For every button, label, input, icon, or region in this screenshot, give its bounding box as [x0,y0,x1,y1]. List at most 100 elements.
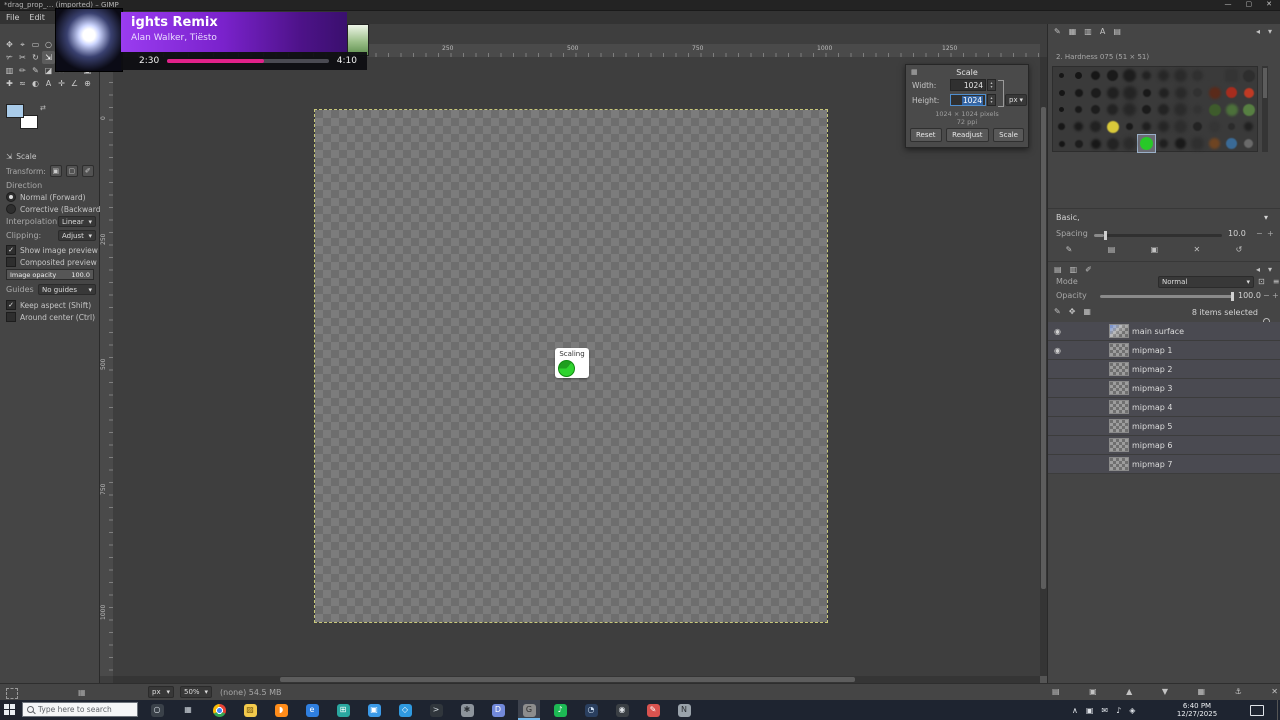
start-button[interactable] [4,704,17,717]
vscode-app-icon[interactable]: ◇ [394,700,416,720]
brush-item[interactable] [1121,135,1138,152]
brush-item[interactable] [1155,67,1172,84]
width-stepper[interactable]: ▴ ▾ [987,79,996,91]
width-input[interactable]: 1024 [950,79,986,91]
plus-icon[interactable]: + [1267,229,1274,238]
brush-item[interactable] [1138,101,1155,118]
brush-item[interactable] [1223,67,1240,84]
brush-item[interactable] [1189,67,1206,84]
brush-item[interactable] [1053,84,1070,101]
vertical-ruler[interactable]: 0 250 500 750 1000 [100,57,113,676]
brush-item[interactable] [1240,84,1257,101]
checkbox[interactable] [6,312,16,322]
minus-icon[interactable]: − [1263,291,1270,300]
brush-item[interactable] [1104,84,1121,101]
brush-item[interactable] [1155,118,1172,135]
duplicate-layer-icon[interactable]: ▦ [1198,687,1206,696]
text-tool-icon[interactable]: A [42,77,55,90]
firefox-app-icon[interactable]: ◗ [270,700,292,720]
duplicate-brush-icon[interactable]: ▣ [1151,245,1159,254]
brush-scrollbar[interactable] [1262,66,1268,152]
gradients-tab-icon[interactable]: ▥ [1084,27,1092,36]
radio-button[interactable] [6,192,16,202]
brush-item[interactable] [1240,67,1257,84]
fonts-tab-icon[interactable]: A [1100,27,1105,36]
brush-item[interactable] [1223,118,1240,135]
layer-row[interactable]: mipmap 7 [1048,455,1280,474]
brush-item[interactable] [1138,84,1155,101]
guides-dropdown[interactable]: No guides ▾ [38,284,96,295]
close-button[interactable]: ✕ [1266,0,1272,8]
brush-item[interactable] [1121,101,1138,118]
measure-tool-icon[interactable]: ∠ [68,77,81,90]
brush-item[interactable] [1104,135,1121,152]
brush-item[interactable] [1206,84,1223,101]
layer-row[interactable]: mipmap 4 [1048,398,1280,417]
brush-item[interactable] [1070,135,1087,152]
brush-item[interactable] [1137,134,1156,153]
edge-app-icon[interactable]: e [301,700,323,720]
scale-dialog-reset-button[interactable]: Reset [910,128,942,142]
brush-item[interactable] [1104,67,1121,84]
brush-item[interactable] [1155,135,1172,152]
brush-item[interactable] [1189,84,1206,101]
checkbox[interactable] [6,257,16,267]
channels-tab-icon[interactable]: ▥ [1070,265,1078,274]
brush-item[interactable] [1053,101,1070,118]
crop-tool-icon[interactable]: ✂ [16,51,29,64]
spacing-value[interactable]: 10.0 [1228,229,1246,238]
brush-item[interactable] [1172,118,1189,135]
tray-expand-icon[interactable]: ∧ [1072,706,1078,715]
terminal-app-icon[interactable]: > [425,700,447,720]
brush-item[interactable] [1172,67,1189,84]
spotify-app-icon[interactable]: ♪ [549,700,571,720]
visibility-eye-icon[interactable]: ◉ [1054,346,1061,355]
gimp-app-icon[interactable]: G [518,700,540,720]
layer-row[interactable]: mipmap 3 [1048,379,1280,398]
scale-dialog-readjust-button[interactable]: Readjust [946,128,989,142]
refresh-brushes-icon[interactable]: ↺ [1236,245,1243,254]
brush-item[interactable] [1087,67,1104,84]
lock-position-icon[interactable]: ✥ [1069,307,1076,316]
radio-button[interactable] [6,204,16,214]
opacity-slider-knob[interactable] [1231,292,1234,301]
brush-item[interactable] [1189,135,1206,152]
alignment-tool-icon[interactable]: ⌖ [16,38,29,51]
image-layer-transparent[interactable]: Scaling [314,109,828,623]
steam-app-icon[interactable]: ◔ [580,700,602,720]
brush-item[interactable] [1189,101,1206,118]
file-explorer-app-icon[interactable]: ▨ [239,700,261,720]
plus-icon[interactable]: + [1272,291,1279,300]
foreground-color-swatch[interactable] [6,104,24,118]
opacity-slider[interactable] [1100,292,1234,301]
chrome-app-icon[interactable] [208,700,230,720]
brush-item[interactable] [1053,135,1070,152]
palettes-tab-icon[interactable]: ▤ [1113,27,1121,36]
horizontal-scrollbar[interactable] [113,676,1040,683]
raise-layer-icon[interactable]: ▲ [1126,687,1132,696]
mail-icon[interactable]: ✉ [1101,706,1108,715]
statusbar-grid-icon[interactable]: ▦ [78,688,86,697]
spacing-slider-knob[interactable] [1104,231,1108,240]
brush-item[interactable] [1240,101,1257,118]
scale-dialog[interactable]: ▦ Scale Width: 1024 ▴ ▾ Height: 1024 ▴ ▾… [905,64,1029,148]
paths-tab-icon[interactable]: ✐ [1085,265,1092,274]
brush-item[interactable] [1053,118,1070,135]
layer-row[interactable]: ◉ main surface [1048,322,1280,341]
vertical-scrollbar-thumb[interactable] [1041,106,1046,590]
scale-dialog-scale-button[interactable]: Scale [993,128,1024,142]
spin-down-icon[interactable]: ▾ [990,100,992,104]
layers-tab-icon[interactable]: ▤ [1054,265,1062,274]
canvas-viewport[interactable]: Scaling [113,57,1040,676]
layer-row[interactable]: mipmap 6 [1048,436,1280,455]
move-tool-icon[interactable]: ✥ [3,38,16,51]
new-layer-icon[interactable]: ▤ [1052,687,1060,696]
checkbox[interactable]: ✓ [6,300,16,310]
brush-item[interactable] [1172,84,1189,101]
brush-item[interactable] [1172,101,1189,118]
brush-item[interactable] [1121,84,1138,101]
lower-layer-icon[interactable]: ▼ [1162,687,1168,696]
dock-menu-icon[interactable]: ▾ [1268,265,1272,274]
minus-icon[interactable]: − [1256,229,1263,238]
chain-link-icon[interactable] [998,80,1004,107]
